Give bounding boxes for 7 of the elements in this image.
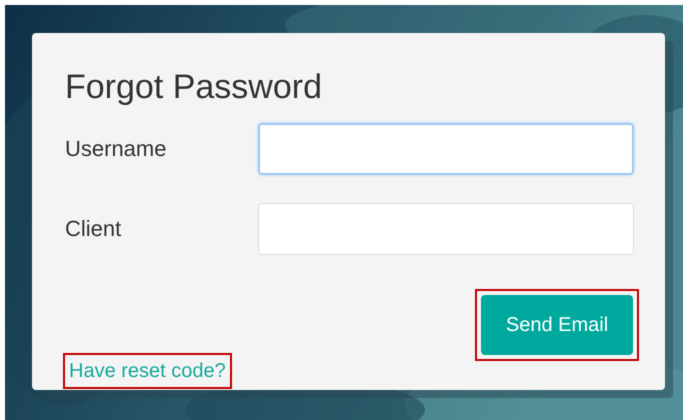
input-field[interactable] — [258, 203, 634, 255]
send-email-button[interactable]: Send Email — [481, 295, 633, 355]
reset-code-link[interactable]: Have reset code? — [69, 359, 226, 383]
field-label: Client — [65, 216, 122, 242]
input-field[interactable] — [258, 123, 634, 175]
field-label: Username — [65, 136, 166, 162]
dialog-title: Forgot Password — [65, 67, 322, 107]
